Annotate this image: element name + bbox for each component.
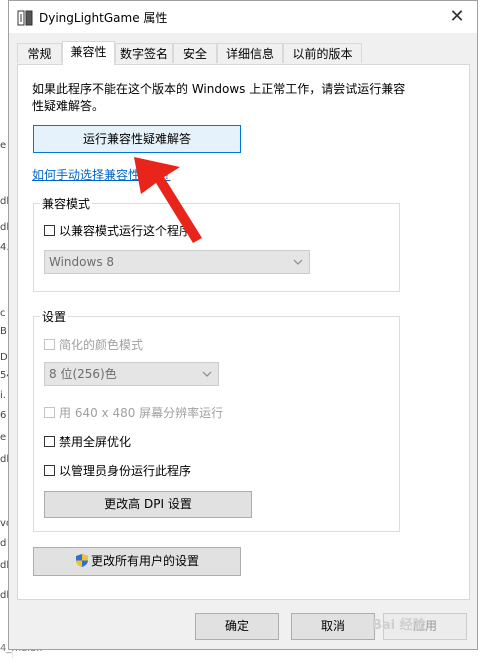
app-icon bbox=[17, 10, 33, 26]
shield-icon bbox=[75, 554, 88, 567]
os-version-select[interactable]: Windows 8 bbox=[44, 250, 310, 274]
settings-label: 设置 bbox=[40, 308, 69, 325]
reduced-color-checkbox bbox=[44, 339, 55, 350]
disable-fullscreen-checkbox[interactable] bbox=[44, 436, 55, 447]
disable-fullscreen-label: 禁用全屏优化 bbox=[59, 435, 132, 449]
background-glyph: e bbox=[0, 432, 7, 443]
run-as-admin-checkbox[interactable] bbox=[44, 465, 55, 476]
close-button[interactable]: ✕ bbox=[437, 1, 477, 33]
compat-mode-label: 兼容模式 bbox=[40, 195, 93, 212]
close-icon: ✕ bbox=[449, 6, 465, 27]
resolution-640-row: 用 640 x 480 屏幕分辨率运行 bbox=[44, 404, 223, 421]
resolution-640-checkbox bbox=[44, 407, 55, 418]
tab-compatibility[interactable]: 兼容性 bbox=[62, 41, 115, 65]
intro-text: 如果此程序不能在这个版本的 Windows 上正常工作，请尝试运行兼容性疑难解答… bbox=[32, 82, 406, 113]
background-glyph: 6 bbox=[0, 410, 7, 421]
tab-general[interactable]: 常规 bbox=[17, 43, 62, 63]
window-title: DyingLightGame 属性 bbox=[39, 11, 168, 25]
background-glyph: c bbox=[0, 308, 6, 319]
chevron-down-icon bbox=[202, 371, 212, 377]
run-as-admin-row[interactable]: 以管理员身份运行此程序 bbox=[44, 462, 191, 479]
change-all-users-button[interactable]: 更改所有用户的设置 bbox=[33, 547, 241, 576]
ok-button[interactable]: 确定 bbox=[195, 613, 279, 640]
settings-group: 设置 简化的颜色模式 8 位(256)色 用 640 x 480 屏幕分辨率运行… bbox=[33, 308, 400, 532]
os-version-value: Windows 8 bbox=[49, 255, 115, 269]
change-dpi-button[interactable]: 更改高 DPI 设置 bbox=[44, 491, 252, 518]
background-glyph: e bbox=[0, 140, 7, 151]
chevron-down-icon bbox=[293, 259, 303, 265]
title-bar: DyingLightGame 属性 ✕ bbox=[9, 1, 477, 33]
compat-mode-group: 兼容模式 以兼容模式运行这个程序 Windows 8 bbox=[33, 195, 400, 292]
tab-details[interactable]: 详细信息 bbox=[217, 43, 283, 63]
color-depth-select: 8 位(256)色 bbox=[44, 362, 219, 386]
compat-mode-checkbox-label: 以兼容模式运行这个程序 bbox=[59, 224, 192, 238]
compat-mode-checkbox[interactable] bbox=[44, 225, 55, 236]
watermark: Bai 经验 bbox=[372, 618, 426, 633]
reduced-color-row: 简化的颜色模式 bbox=[44, 336, 143, 353]
color-depth-value: 8 位(256)色 bbox=[49, 367, 117, 381]
run-as-admin-label: 以管理员身份运行此程序 bbox=[59, 464, 192, 478]
manual-settings-link[interactable]: 如何手动选择兼容性设置? bbox=[32, 166, 170, 183]
compatibility-panel: 如果此程序不能在这个版本的 Windows 上正常工作，请尝试运行兼容性疑难解答… bbox=[17, 64, 470, 600]
properties-dialog: DyingLightGame 属性 ✕ 常规 兼容性 数字签名 安全 详细信息 … bbox=[8, 0, 478, 650]
tab-security[interactable]: 安全 bbox=[173, 43, 217, 63]
compat-mode-checkbox-row[interactable]: 以兼容模式运行这个程序 bbox=[44, 222, 191, 239]
background-glyph: i. bbox=[0, 390, 6, 401]
background-glyph: D bbox=[0, 352, 8, 363]
run-troubleshooter-button[interactable]: 运行兼容性疑难解答 bbox=[33, 125, 241, 153]
tab-previous-versions[interactable]: 以前的版本 bbox=[283, 43, 362, 63]
background-glyph: d bbox=[0, 538, 7, 549]
cancel-button[interactable]: 取消 bbox=[291, 613, 375, 640]
resolution-640-label: 用 640 x 480 屏幕分辨率运行 bbox=[59, 406, 224, 420]
reduced-color-label: 简化的颜色模式 bbox=[59, 338, 144, 352]
disable-fullscreen-row[interactable]: 禁用全屏优化 bbox=[44, 433, 131, 450]
background-glyph: B bbox=[0, 326, 7, 337]
tab-digital-signatures[interactable]: 数字签名 bbox=[115, 43, 173, 63]
change-all-users-label: 更改所有用户的设置 bbox=[90, 554, 199, 568]
